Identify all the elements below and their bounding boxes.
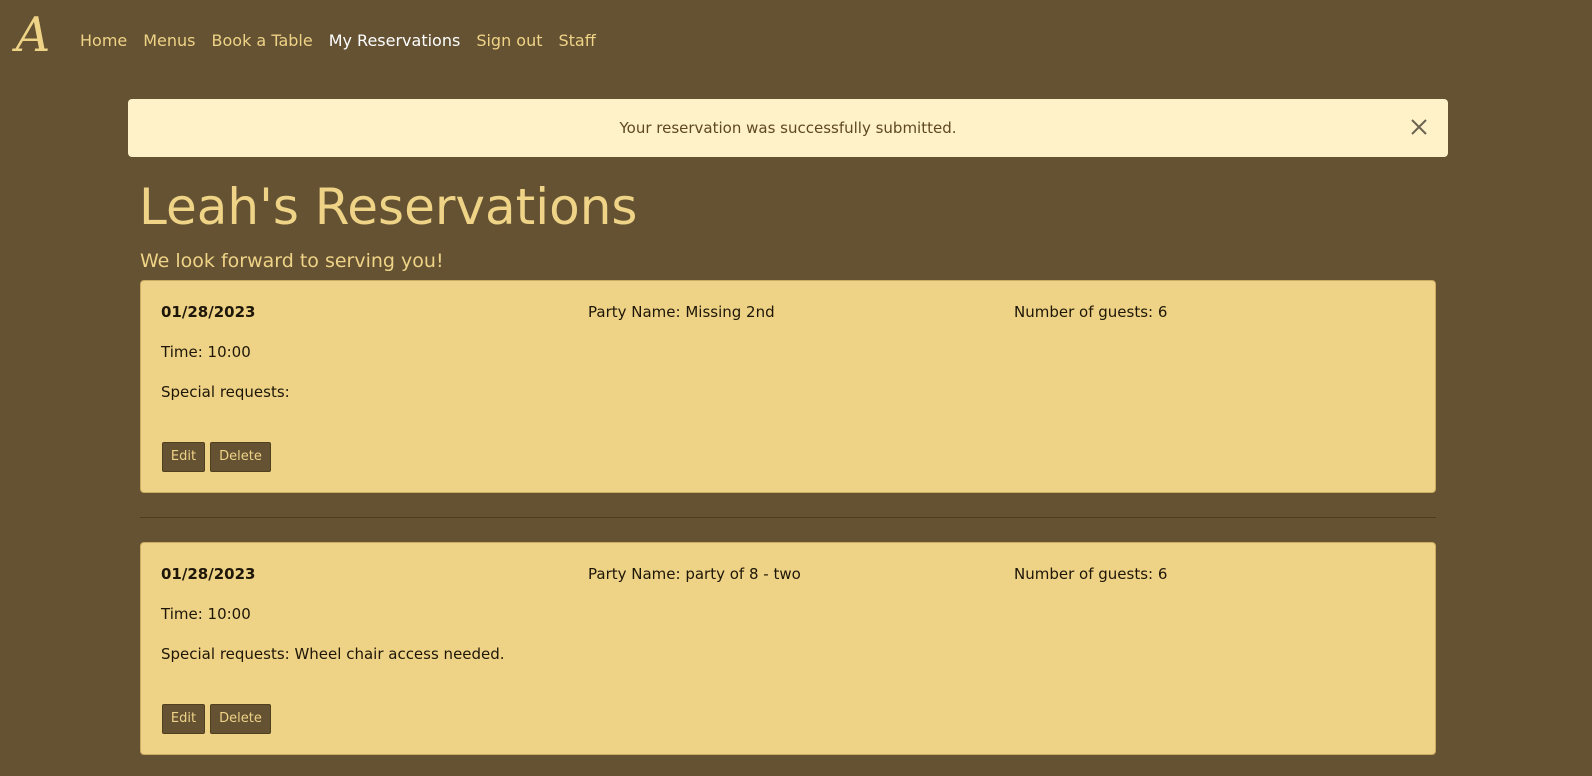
success-alert: Your reservation was successfully submit… [128, 99, 1448, 157]
delete-button[interactable]: Delete [210, 442, 271, 472]
reservation-special-requests: Special requests: [161, 383, 290, 401]
nav-links: Home Menus Book a Table My Reservations … [80, 30, 596, 52]
reservation-guests: Number of guests: 6 [1014, 303, 1168, 321]
page-subtitle: We look forward to serving you! [140, 250, 444, 272]
reservation-date: 01/28/2023 [161, 565, 256, 583]
reservation-time: Time: 10:00 [161, 343, 251, 361]
nav-my-reservations[interactable]: My Reservations [329, 30, 461, 52]
delete-button[interactable]: Delete [210, 704, 271, 734]
reservation-card: 01/28/2023 Party Name: Missing 2nd Numbe… [140, 280, 1436, 493]
nav-menus[interactable]: Menus [143, 30, 195, 52]
alert-message: Your reservation was successfully submit… [619, 119, 957, 137]
nav-home[interactable]: Home [80, 30, 127, 52]
page-title: Leah's Reservations [139, 178, 638, 236]
navbar: A Home Menus Book a Table My Reservation… [0, 0, 1592, 82]
edit-button[interactable]: Edit [162, 442, 205, 472]
reservation-date: 01/28/2023 [161, 303, 256, 321]
nav-book-a-table[interactable]: Book a Table [212, 30, 313, 52]
close-icon[interactable] [1408, 116, 1430, 138]
brand-logo[interactable]: A [4, 10, 62, 60]
divider [140, 517, 1436, 518]
reservation-party-name: Party Name: party of 8 - two [588, 565, 801, 583]
reservation-party-name: Party Name: Missing 2nd [588, 303, 775, 321]
nav-staff[interactable]: Staff [559, 30, 596, 52]
reservation-time: Time: 10:00 [161, 605, 251, 623]
nav-sign-out[interactable]: Sign out [476, 30, 542, 52]
reservation-special-requests: Special requests: Wheel chair access nee… [161, 645, 505, 663]
edit-button[interactable]: Edit [162, 704, 205, 734]
reservation-card: 01/28/2023 Party Name: party of 8 - two … [140, 542, 1436, 755]
reservation-guests: Number of guests: 6 [1014, 565, 1168, 583]
